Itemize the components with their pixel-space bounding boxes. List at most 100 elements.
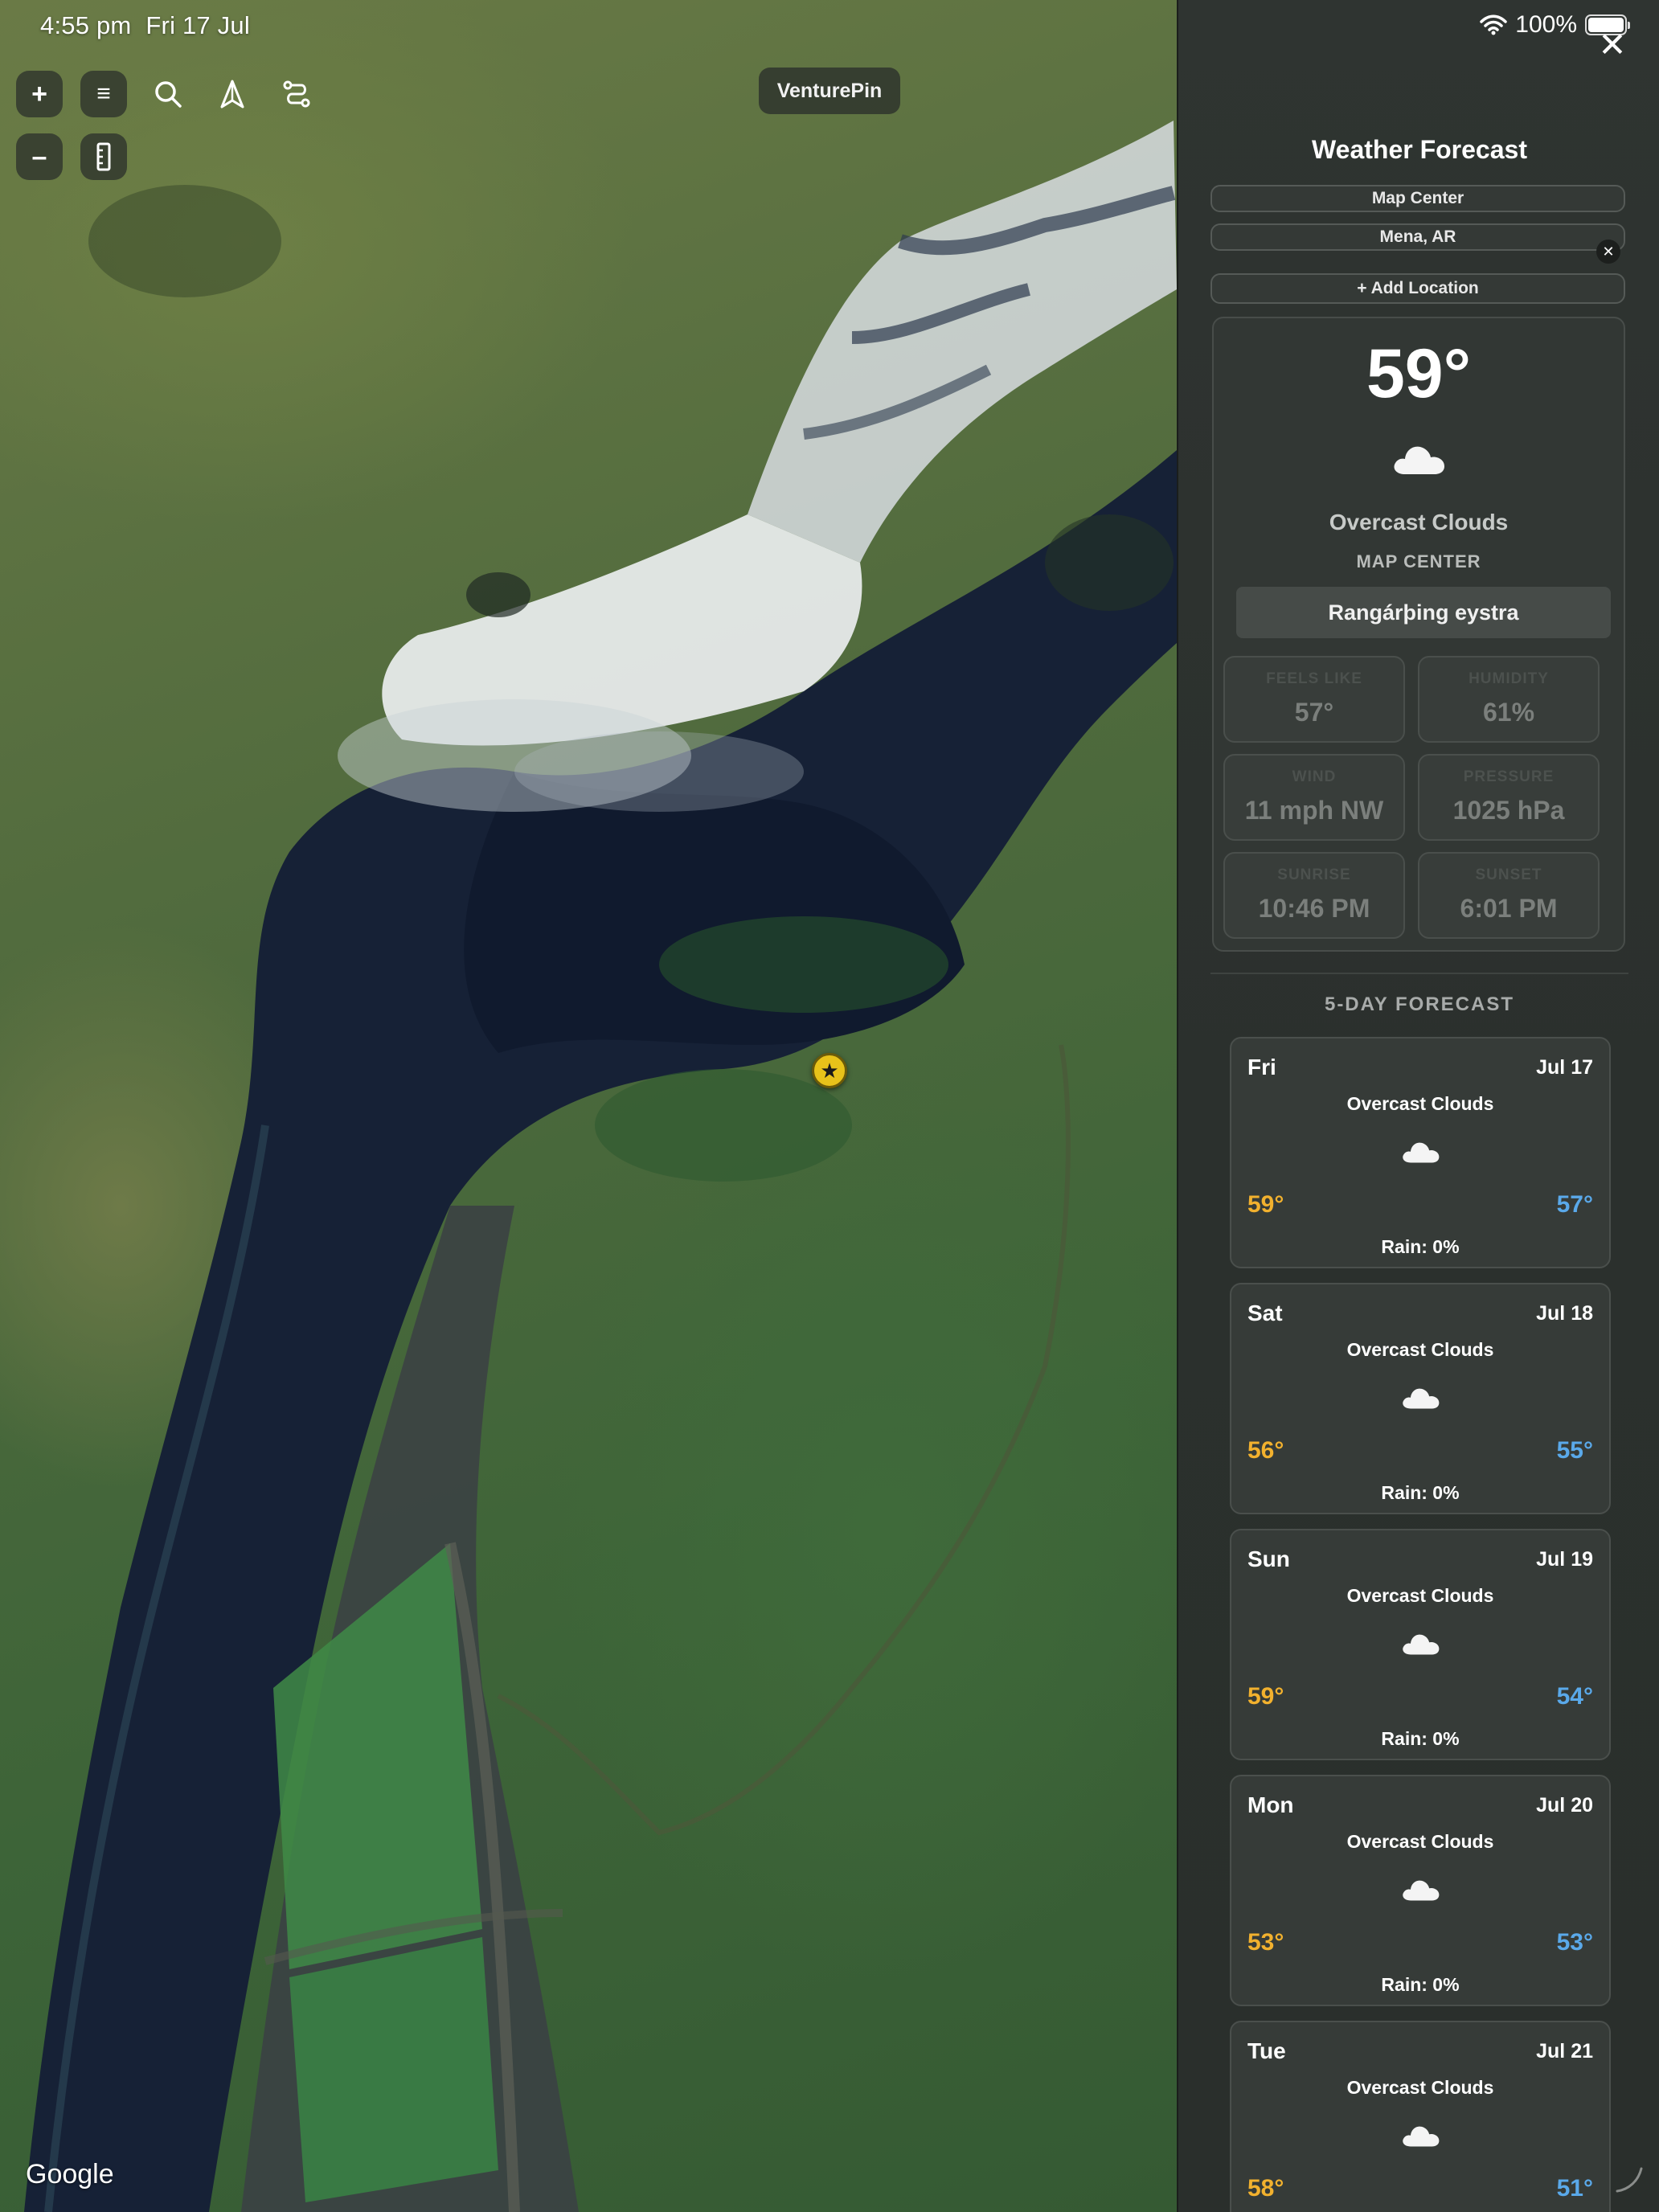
metric-wind: WIND 11 mph NW bbox=[1223, 754, 1405, 841]
forecast-low: 54° bbox=[1556, 1683, 1593, 1710]
current-location-label: MAP CENTER bbox=[1356, 551, 1481, 571]
forecast-date: Jul 17 bbox=[1536, 1056, 1593, 1079]
forecast-condition: Overcast Clouds bbox=[1346, 1585, 1494, 1606]
cloud-icon bbox=[1403, 2126, 1440, 2147]
remove-location-button[interactable]: ✕ bbox=[1596, 240, 1620, 264]
location-chip-label: Mena, AR bbox=[1379, 227, 1456, 246]
location-chip-map-center[interactable]: Map Center bbox=[1210, 185, 1625, 212]
forecast-high: 59° bbox=[1247, 1191, 1284, 1218]
menu-button[interactable]: ≡ bbox=[80, 71, 127, 117]
metric-label: SUNSET bbox=[1475, 866, 1542, 883]
metric-label: HUMIDITY bbox=[1469, 670, 1549, 687]
forecast-high: 59° bbox=[1247, 1683, 1284, 1710]
cloud-icon bbox=[1403, 1634, 1440, 1655]
metric-label: SUNRISE bbox=[1277, 866, 1351, 883]
metric-label: WIND bbox=[1292, 768, 1337, 785]
add-location-label: + Add Location bbox=[1357, 279, 1479, 297]
app-name-badge[interactable]: VenturePin bbox=[759, 68, 900, 114]
forecast-day-card[interactable]: Tue Jul 21 Overcast Clouds 58° 51° bbox=[1230, 2021, 1611, 2212]
metric-sunset: SUNSET 6:01 PM bbox=[1418, 852, 1600, 939]
resize-handle-icon[interactable] bbox=[1612, 2162, 1645, 2194]
add-location-button[interactable]: + Add Location bbox=[1210, 273, 1625, 304]
search-icon bbox=[155, 81, 182, 108]
ruler-icon bbox=[96, 142, 111, 171]
menu-icon: ≡ bbox=[96, 80, 111, 107]
navigate-icon bbox=[220, 80, 244, 109]
forecast-condition: Overcast Clouds bbox=[1346, 1093, 1494, 1114]
metric-value: 57° bbox=[1294, 698, 1334, 727]
forecast-rain: Rain: 0% bbox=[1381, 1974, 1460, 1995]
forecast-low: 57° bbox=[1556, 1191, 1593, 1218]
metric-value: 1025 hPa bbox=[1452, 796, 1565, 825]
forecast-day: Mon bbox=[1247, 1792, 1294, 1817]
forecast-date: Jul 20 bbox=[1536, 1794, 1593, 1817]
zoom-out-button[interactable]: – bbox=[16, 133, 63, 180]
panel-title: Weather Forecast bbox=[1312, 135, 1527, 164]
forecast-rain: Rain: 0% bbox=[1381, 1236, 1460, 1257]
metric-value: 10:46 PM bbox=[1258, 894, 1370, 923]
search-button[interactable] bbox=[145, 71, 191, 117]
section-divider bbox=[1210, 973, 1628, 974]
star-marker-icon[interactable]: ★ bbox=[812, 1053, 847, 1088]
forecast-rain: Rain: 0% bbox=[1381, 1728, 1460, 1749]
forecast-day-card[interactable]: Mon Jul 20 Overcast Clouds 53° 53° Rain:… bbox=[1230, 1775, 1611, 2006]
forecast-date: Jul 21 bbox=[1536, 2040, 1593, 2062]
wifi-icon bbox=[1480, 14, 1508, 35]
metric-sunrise: SUNRISE 10:46 PM bbox=[1223, 852, 1405, 939]
status-time: 4:55 pm Fri 17 Jul bbox=[40, 11, 250, 40]
forecast-low: 53° bbox=[1556, 1929, 1593, 1956]
forecast-rain: Rain: 0% bbox=[1381, 1482, 1460, 1503]
forecast-date: Jul 18 bbox=[1536, 1302, 1593, 1325]
forecast-day: Fri bbox=[1247, 1055, 1276, 1079]
metric-value: 61% bbox=[1482, 698, 1535, 727]
metric-value: 11 mph NW bbox=[1244, 796, 1384, 825]
forecast-heading: 5-DAY FORECAST bbox=[1324, 993, 1515, 1015]
cloud-icon bbox=[1403, 1880, 1440, 1901]
plus-icon: + bbox=[31, 78, 47, 109]
route-button[interactable] bbox=[273, 71, 320, 117]
metric-label: PRESSURE bbox=[1463, 768, 1555, 785]
battery-percent: 100% bbox=[1515, 11, 1577, 38]
minus-icon: – bbox=[31, 141, 47, 172]
status-date: Fri 17 Jul bbox=[145, 11, 250, 39]
cloud-icon bbox=[1394, 446, 1444, 474]
forecast-high: 56° bbox=[1247, 1437, 1284, 1464]
forecast-high: 58° bbox=[1247, 2175, 1284, 2202]
metric-feels-like: FEELS LIKE 57° bbox=[1223, 656, 1405, 743]
measure-button[interactable] bbox=[80, 133, 127, 180]
current-condition: Overcast Clouds bbox=[1329, 510, 1509, 535]
close-panel-button[interactable]: ✕ bbox=[1596, 28, 1628, 62]
satellite-imagery bbox=[24, 121, 1177, 2212]
cloud-icon bbox=[1403, 1388, 1440, 1409]
forecast-low: 55° bbox=[1556, 1437, 1593, 1464]
satellite-map[interactable]: 4:55 pm Fri 17 Jul + ≡ – VenturePin ★ Go… bbox=[0, 0, 1177, 2212]
map-attribution: Google bbox=[26, 2159, 114, 2189]
forecast-condition: Overcast Clouds bbox=[1346, 1831, 1494, 1852]
forecast-day-card[interactable]: Sat Jul 18 Overcast Clouds 56° 55° Rain:… bbox=[1230, 1283, 1611, 1514]
forecast-low: 51° bbox=[1556, 2175, 1593, 2202]
app-name-label: VenturePin bbox=[776, 79, 883, 102]
forecast-day-card[interactable]: Sun Jul 19 Overcast Clouds 59° 54° Rain:… bbox=[1230, 1529, 1611, 1760]
forecast-day-card[interactable]: Fri Jul 17 Overcast Clouds 59° 57° Rain:… bbox=[1230, 1037, 1611, 1268]
forecast-day: Tue bbox=[1247, 2038, 1286, 2063]
forecast-date: Jul 19 bbox=[1536, 1548, 1593, 1571]
location-chip-label: Map Center bbox=[1371, 189, 1464, 207]
zoom-in-button[interactable]: + bbox=[16, 71, 63, 117]
route-icon bbox=[283, 80, 310, 108]
metric-label: FEELS LIKE bbox=[1266, 670, 1362, 687]
current-temperature: 59° bbox=[1366, 335, 1472, 412]
metric-value: 6:01 PM bbox=[1460, 894, 1558, 923]
metric-humidity: HUMIDITY 61% bbox=[1418, 656, 1600, 743]
forecast-condition: Overcast Clouds bbox=[1346, 2077, 1494, 2098]
forecast-day: Sat bbox=[1247, 1301, 1283, 1325]
location-chip-mena[interactable]: Mena, AR bbox=[1210, 223, 1625, 251]
cloud-icon bbox=[1403, 1142, 1440, 1163]
forecast-day: Sun bbox=[1247, 1546, 1290, 1571]
forecast-condition: Overcast Clouds bbox=[1346, 1339, 1494, 1360]
weather-panel: 100% ✕ Weather Forecast Map Center Mena,… bbox=[1177, 0, 1659, 2212]
forecast-high: 53° bbox=[1247, 1929, 1284, 1956]
navigate-button[interactable] bbox=[209, 71, 256, 117]
metric-pressure: PRESSURE 1025 hPa bbox=[1418, 754, 1600, 841]
region-name: Rangárþing eystra bbox=[1236, 587, 1611, 638]
status-clock: 4:55 pm bbox=[40, 11, 132, 39]
